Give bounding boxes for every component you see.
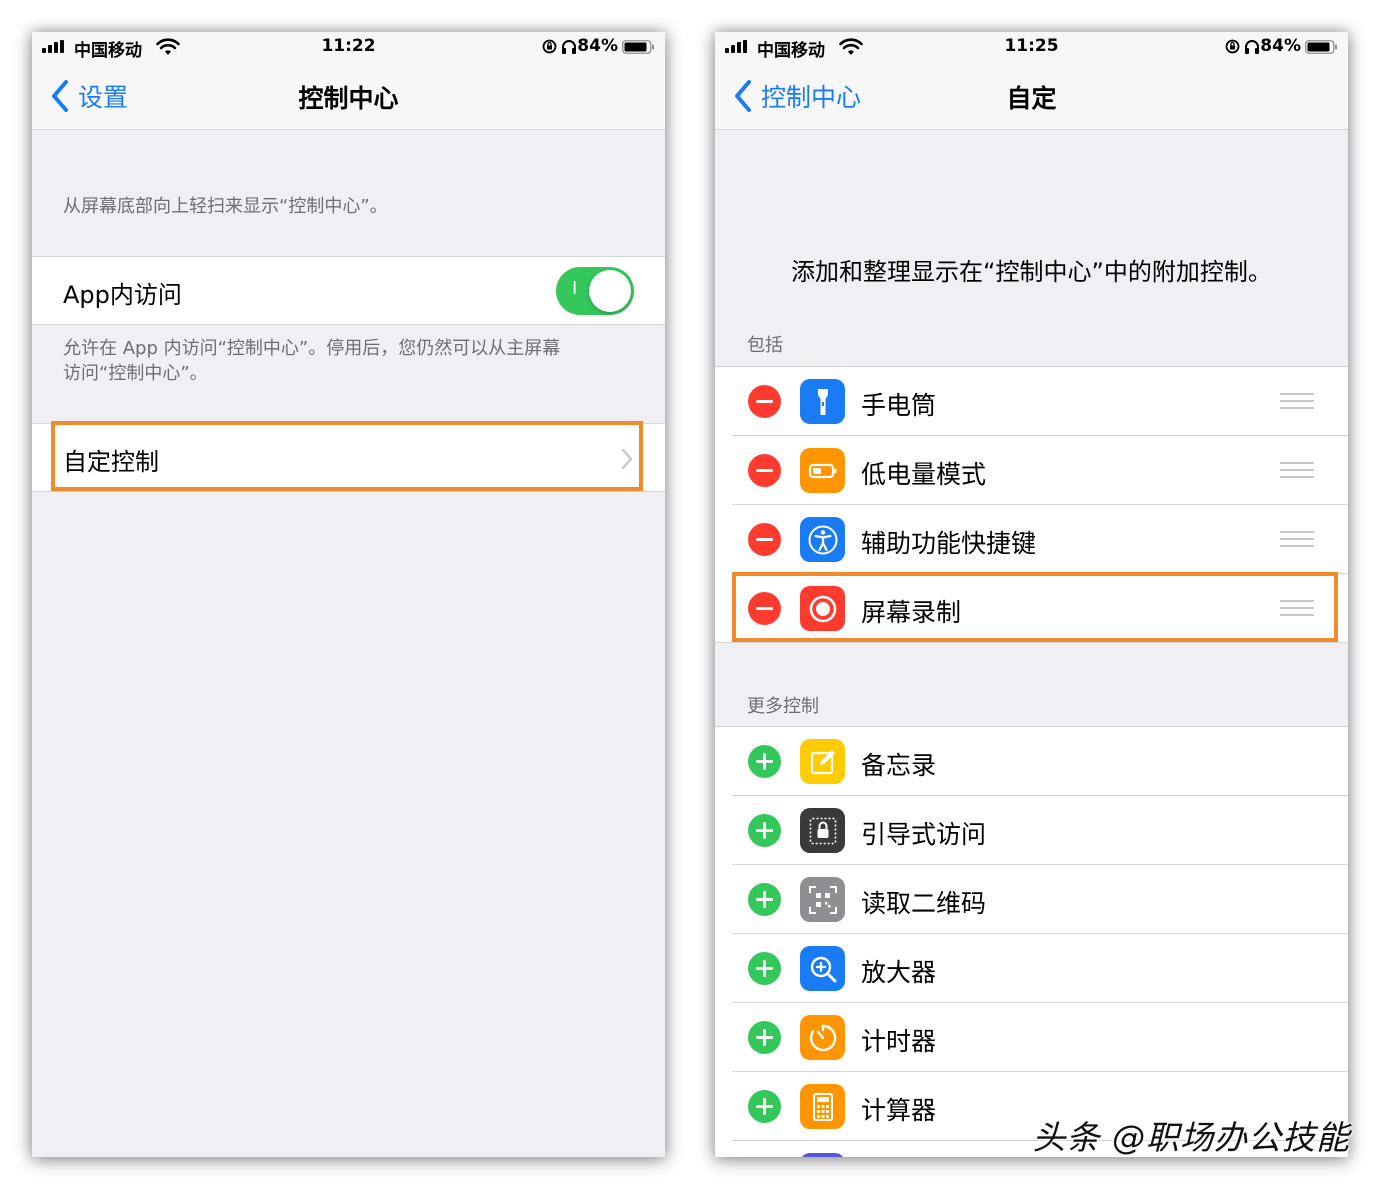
notes-icon xyxy=(800,739,845,784)
list-item-accessibility-shortcut: 辅助功能快捷键 xyxy=(715,505,1348,574)
item-label: 引导式访问 xyxy=(861,820,987,849)
orientation-lock-icon xyxy=(1225,39,1240,54)
list-item-qr-reader: 读取二维码 xyxy=(715,865,1348,934)
watermark: 头条 @职场办公技能 xyxy=(1032,1118,1350,1157)
add-button[interactable] xyxy=(748,952,781,985)
phone-screen-customize: 中国移动 11:25 84% 控制中心 自定 添加和整理显示在“控制中心”中的附… xyxy=(715,32,1348,1157)
remove-button[interactable] xyxy=(748,523,781,556)
headphones-icon xyxy=(562,40,576,54)
reorder-handle-icon[interactable] xyxy=(1280,531,1314,547)
battery-icon xyxy=(1305,40,1337,54)
reorder-handle-icon[interactable] xyxy=(1280,393,1314,409)
list-item-low-power: 低电量模式 xyxy=(715,436,1348,505)
list-item-guided-access: 引导式访问 xyxy=(715,796,1348,865)
remove-button[interactable] xyxy=(748,454,781,487)
item-label: 辅助功能快捷键 xyxy=(861,529,1037,558)
navigation-bar: 设置 控制中心 xyxy=(32,62,665,130)
item-label: 计算器 xyxy=(861,1096,937,1125)
app-access-toggle[interactable]: I xyxy=(556,267,634,315)
battery-percentage: 84% xyxy=(1260,36,1301,56)
reorder-handle-icon[interactable] xyxy=(1280,462,1314,478)
battery-icon xyxy=(800,448,845,493)
status-bar: 中国移动 11:25 84% xyxy=(715,32,1348,62)
highlight-frame xyxy=(51,421,643,491)
add-button[interactable] xyxy=(748,1090,781,1123)
remove-button[interactable] xyxy=(748,385,781,418)
item-label: 手电筒 xyxy=(861,391,937,420)
item-label: 计时器 xyxy=(861,1027,937,1056)
app-icon-partial xyxy=(800,1153,845,1157)
toggle-on-glyph: I xyxy=(572,278,578,299)
item-label: 放大器 xyxy=(861,958,937,987)
list-item-timer: 计时器 xyxy=(715,1003,1348,1072)
battery-percentage: 84% xyxy=(577,36,618,56)
customize-description: 添加和整理显示在“控制中心”中的附加控制。 xyxy=(791,258,1272,286)
lock-icon xyxy=(800,808,845,853)
section-header-more: 更多控制 xyxy=(747,696,819,717)
page-title: 控制中心 xyxy=(298,84,399,113)
timer-icon xyxy=(800,1015,845,1060)
add-button[interactable] xyxy=(748,814,781,847)
list-item-notes: 备忘录 xyxy=(715,727,1348,796)
flashlight-icon xyxy=(800,379,845,424)
footer-line: 允许在 App 内访问“控制中心”。停用后，您仍然可以从主屏幕 xyxy=(63,338,561,359)
phone-screen-control-center: 中国移动 11:22 84% 设置 控制中心 从屏幕底部向上轻扫来显示“控制中心… xyxy=(32,32,665,1157)
item-label: 低电量模式 xyxy=(861,460,987,489)
item-label: 备忘录 xyxy=(861,751,937,780)
orientation-lock-icon xyxy=(542,39,557,54)
page-title: 自定 xyxy=(1006,84,1057,113)
calculator-icon xyxy=(800,1084,845,1129)
app-access-label: App内访问 xyxy=(63,281,182,309)
list-item-magnifier: 放大器 xyxy=(715,934,1348,1003)
accessibility-icon xyxy=(800,517,845,562)
list-item-flashlight: 手电筒 xyxy=(715,367,1348,436)
highlight-frame xyxy=(732,572,1338,642)
navigation-bar: 控制中心 自定 xyxy=(715,62,1348,130)
section-header-included: 包括 xyxy=(747,335,783,356)
qr-code-icon xyxy=(800,877,845,922)
add-button[interactable] xyxy=(748,745,781,778)
app-access-row: App内访问 I xyxy=(32,256,665,325)
footer-line: 访问“控制中心”。 xyxy=(63,363,208,384)
app-access-footer: 允许在 App 内访问“控制中心”。停用后，您仍然可以从主屏幕 访问“控制中心”… xyxy=(63,336,560,386)
status-bar: 中国移动 11:22 84% xyxy=(32,32,665,62)
intro-text: 从屏幕底部向上轻扫来显示“控制中心”。 xyxy=(63,196,388,217)
add-button[interactable] xyxy=(748,1021,781,1054)
more-controls-list: 备忘录 引导式访问 读取二维码 放大器 计时器 计算器 xyxy=(715,726,1348,1157)
item-label: 读取二维码 xyxy=(861,889,987,918)
magnifier-icon xyxy=(800,946,845,991)
headphones-icon xyxy=(1245,40,1259,54)
add-button[interactable] xyxy=(748,883,781,916)
battery-icon xyxy=(622,40,654,54)
toggle-knob xyxy=(589,270,631,312)
